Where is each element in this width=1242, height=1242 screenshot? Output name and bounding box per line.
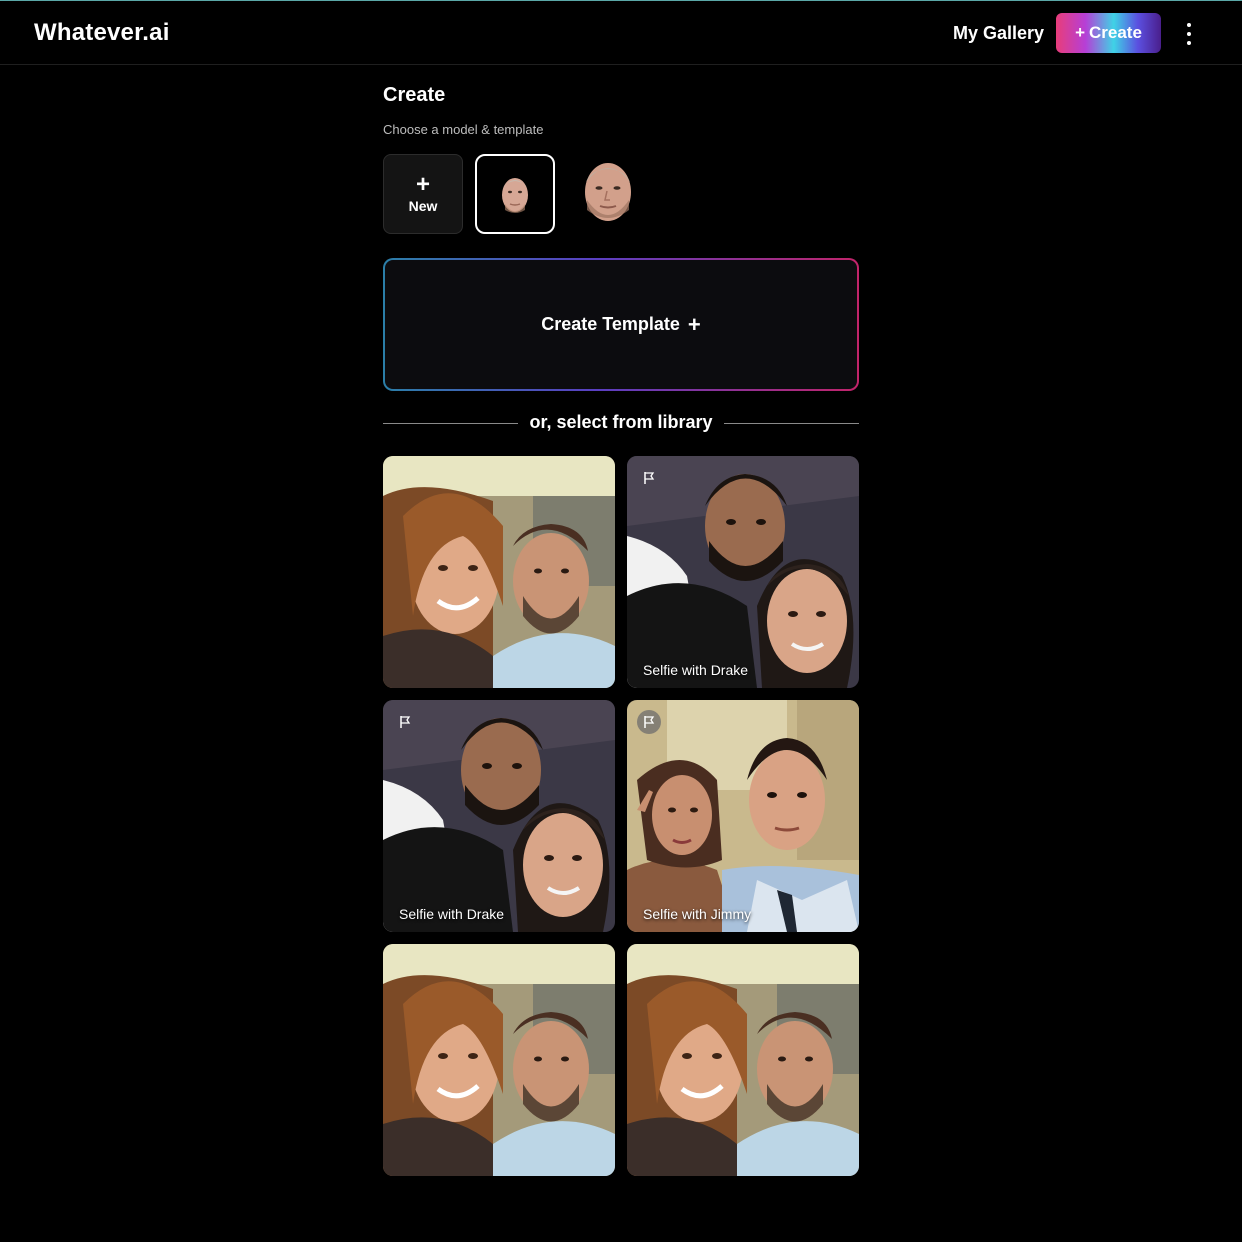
divider-line-right xyxy=(724,423,859,424)
face-thumbnail xyxy=(585,163,631,221)
page-title: Create xyxy=(383,84,446,106)
model-avatar-selected[interactable] xyxy=(475,154,555,234)
flag-icon[interactable] xyxy=(637,710,661,734)
template-photo xyxy=(627,944,859,1176)
my-gallery-link[interactable]: My Gallery xyxy=(953,23,1044,44)
template-photo xyxy=(383,700,615,932)
page-subtitle: Choose a model & template xyxy=(383,122,544,137)
template-card[interactable] xyxy=(383,944,615,1176)
flag-icon[interactable] xyxy=(637,466,661,490)
top-navbar: Whatever.ai My Gallery + Create xyxy=(0,1,1242,65)
plus-icon: + xyxy=(687,311,701,337)
library-divider: or, select from library xyxy=(383,410,859,434)
new-model-button[interactable]: + New xyxy=(383,154,463,234)
template-card[interactable]: Selfie with Drake xyxy=(627,456,859,688)
template-caption: Selfie with Jimmy xyxy=(643,906,752,922)
flag-icon[interactable] xyxy=(393,710,417,734)
new-model-label: New xyxy=(408,198,438,214)
plus-icon: + xyxy=(1075,23,1085,42)
create-button-label: Create xyxy=(1089,23,1142,42)
create-template-label: Create Template xyxy=(541,314,680,334)
face-thumbnail xyxy=(502,178,528,213)
model-avatar[interactable] xyxy=(580,158,636,224)
template-photo xyxy=(383,456,615,688)
plus-icon: + xyxy=(415,171,430,198)
brand-logo[interactable]: Whatever.ai xyxy=(34,19,170,47)
create-template-button[interactable]: Create Template + xyxy=(383,258,859,391)
kebab-menu-icon[interactable] xyxy=(1180,23,1198,45)
template-caption: Selfie with Drake xyxy=(643,662,749,678)
template-photo xyxy=(627,700,859,932)
create-button[interactable]: + Create xyxy=(1056,13,1161,53)
template-card[interactable]: Selfie with Jimmy xyxy=(627,700,859,932)
template-card[interactable] xyxy=(627,944,859,1176)
create-template-inner: Create Template + xyxy=(385,260,857,389)
template-card[interactable] xyxy=(383,456,615,688)
template-photo xyxy=(627,456,859,688)
template-card[interactable]: Selfie with Drake xyxy=(383,700,615,932)
template-caption: Selfie with Drake xyxy=(399,906,505,922)
template-photo xyxy=(383,944,615,1176)
